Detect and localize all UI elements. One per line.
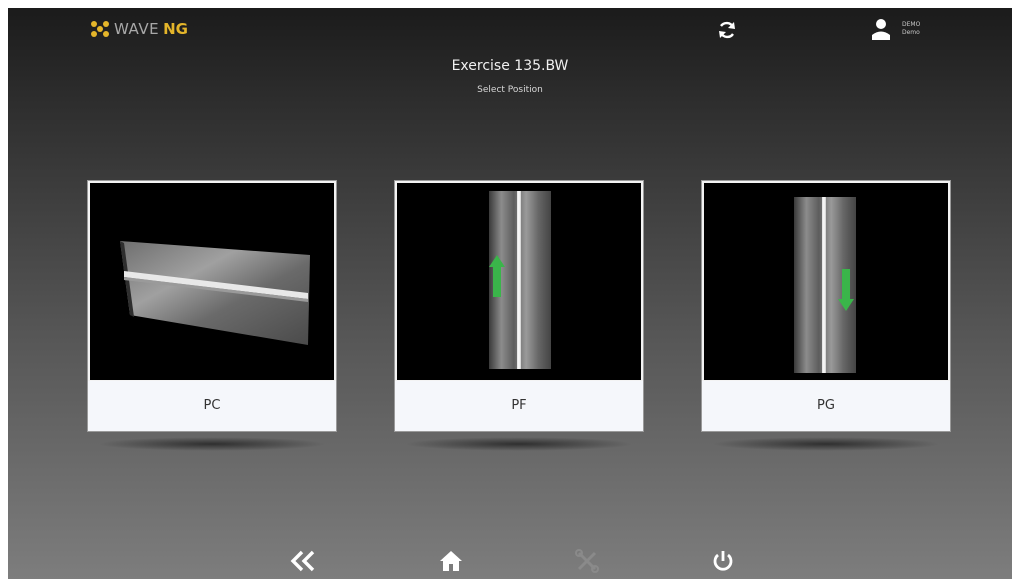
app-screen: WAVE NG DEMO Demo Exercise 135.BW Select… [8, 8, 1012, 579]
home-icon [440, 551, 462, 571]
card-shadow [98, 437, 326, 451]
user-info: DEMO Demo [902, 21, 920, 37]
user-icon [872, 19, 890, 40]
position-card-pc[interactable]: PC [87, 180, 337, 451]
flower-logo-icon [91, 21, 109, 37]
tools-button[interactable] [572, 546, 602, 576]
position-label-pc: PC [88, 381, 336, 431]
home-button[interactable] [436, 546, 466, 576]
card-shadow [712, 437, 940, 451]
arrow-down-icon [838, 269, 854, 311]
refresh-icon[interactable] [716, 19, 738, 41]
brand-logo: WAVE NG [90, 18, 188, 40]
power-icon [713, 551, 733, 571]
position-label-pf: PF [395, 381, 643, 431]
brand-suffix: NG [163, 20, 188, 38]
tools-icon [575, 549, 599, 573]
user-profile[interactable]: DEMO Demo [870, 18, 920, 40]
back-button[interactable] [288, 546, 318, 576]
card-shadow [405, 437, 633, 451]
position-label-pg: PG [702, 381, 950, 431]
weld-seam [517, 191, 521, 369]
page-subtitle: Select Position [477, 85, 543, 95]
position-image-pc [90, 183, 334, 380]
arrow-up-icon [489, 255, 505, 297]
user-role: DEMO [902, 21, 921, 28]
user-name: Demo [902, 29, 920, 36]
position-card-pf[interactable]: PF [394, 180, 644, 451]
position-card-pg[interactable]: PG [701, 180, 951, 451]
power-button[interactable] [708, 546, 738, 576]
brand-name: WAVE [114, 20, 160, 38]
weld-seam [822, 197, 826, 373]
position-image-pf [397, 183, 641, 380]
page-title: Exercise 135.BW [451, 58, 569, 74]
double-chevron-left-icon [290, 550, 315, 572]
position-image-pg [704, 183, 948, 380]
